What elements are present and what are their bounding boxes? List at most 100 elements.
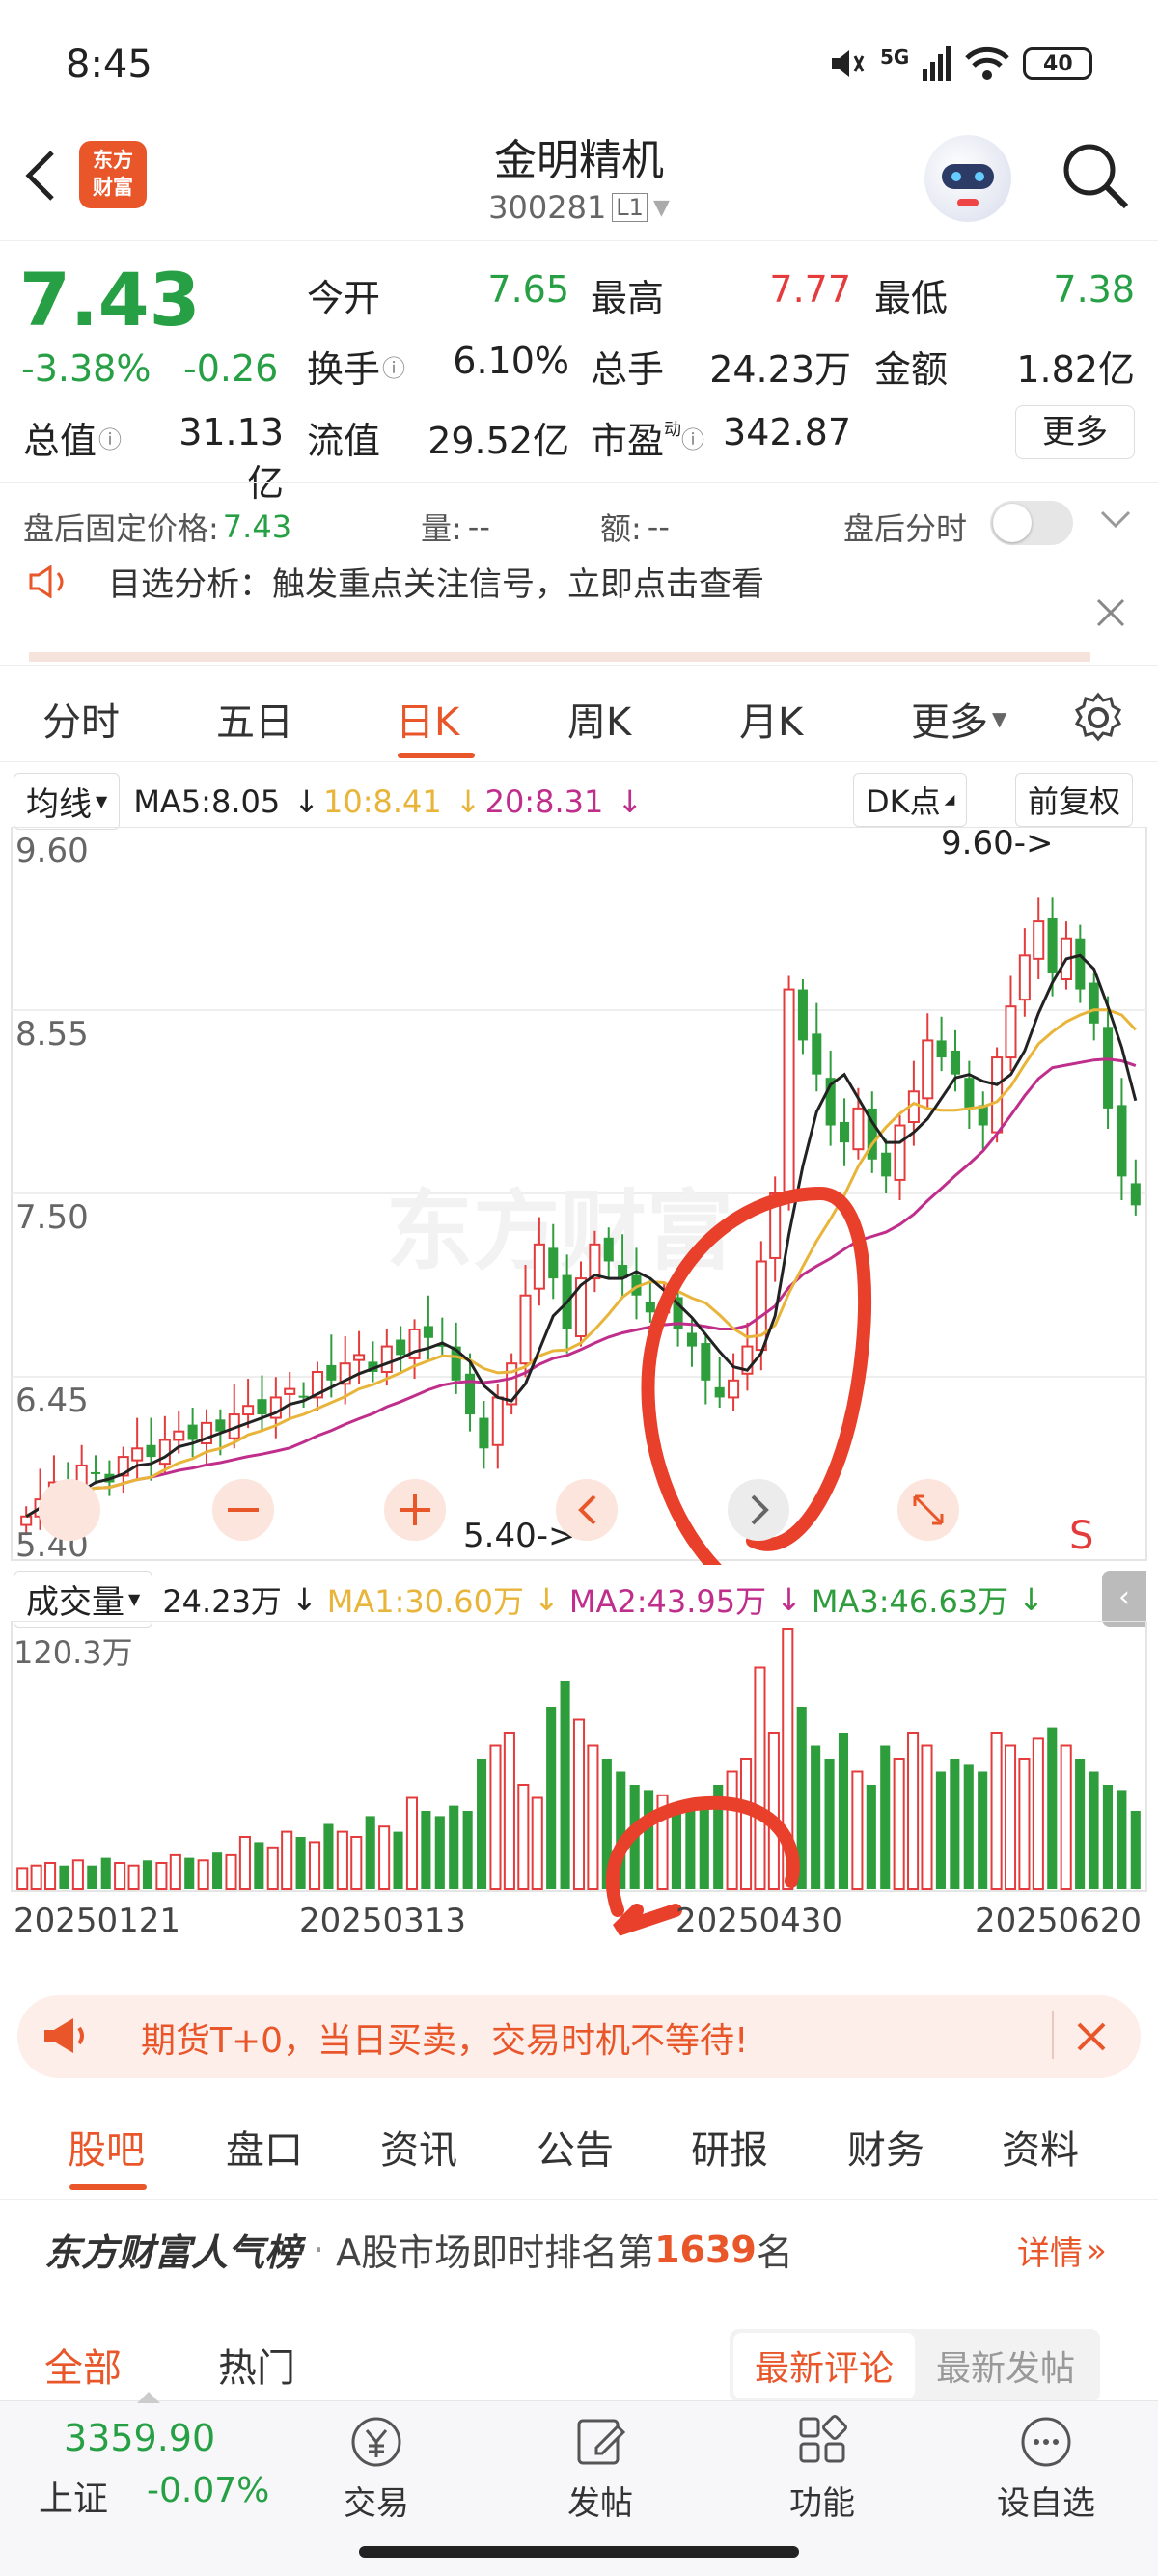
zoom-out-button[interactable] — [212, 1479, 274, 1541]
scroll-left-button[interactable] — [556, 1479, 618, 1541]
volume-bar — [767, 1732, 780, 1890]
tab-daily-k[interactable]: 日K — [396, 691, 459, 747]
stock-code-selector[interactable]: 300281 L1 ▼ — [482, 189, 676, 226]
candle-body — [812, 1033, 822, 1075]
candle-body — [922, 1039, 934, 1100]
candle-body — [1033, 920, 1045, 960]
volume-bar — [1032, 1737, 1044, 1891]
volume-bar — [921, 1744, 933, 1890]
status-time: 8:45 — [66, 42, 152, 87]
volume-bar — [907, 1732, 920, 1890]
post-label: 发帖 — [567, 2484, 633, 2523]
kline-chart-area: 均线 ▼ MA5:8.05 ↓ 10:8.41 ↓ 20:8.31 ↓ DK点 … — [0, 767, 1158, 1568]
volume-bar — [489, 1744, 502, 1890]
feed-tab-all[interactable]: 全部 — [44, 2337, 122, 2393]
ma5-down-arrow: ↓ — [293, 782, 320, 820]
volume-bar — [477, 1759, 487, 1889]
trade-button[interactable]: 交易 — [328, 2413, 425, 2524]
tab-finance[interactable]: 财务 — [847, 2119, 924, 2175]
candle-body — [589, 1243, 601, 1280]
scroll-right-button[interactable] — [728, 1479, 789, 1541]
zoom-in-button[interactable] — [384, 1479, 446, 1541]
volume-bar — [517, 1784, 530, 1890]
volume-bar — [754, 1666, 766, 1890]
close-banner-button[interactable] — [1075, 2020, 1108, 2057]
adjust-selector[interactable]: 前复权 — [1015, 773, 1134, 827]
sort-latest-post[interactable]: 最新发帖 — [915, 2333, 1096, 2398]
y-tick: 7.50 — [15, 1198, 89, 1237]
fullscreen-button[interactable] — [897, 1479, 959, 1541]
tab-more[interactable]: 更多 ▼ — [911, 691, 1006, 747]
volume-bar — [365, 1816, 375, 1889]
functions-button[interactable]: 功能 — [774, 2413, 870, 2524]
edit-icon — [577, 2419, 626, 2465]
volume-bar — [644, 1790, 654, 1889]
turnover-label: 换手 — [307, 348, 381, 391]
collapse-panel-button[interactable]: ‹ — [1102, 1571, 1146, 1627]
volume-indicator-selector[interactable]: 成交量 ▼ — [14, 1571, 153, 1628]
tab-intraday[interactable]: 分时 — [42, 691, 120, 747]
candle-body — [1089, 982, 1099, 1024]
yen-coin-icon — [351, 2417, 401, 2467]
tab-monthly-k[interactable]: 月K — [739, 691, 803, 747]
settings-button[interactable] — [1071, 691, 1125, 749]
left-control-button[interactable] — [39, 1479, 100, 1541]
tab-news[interactable]: 资讯 — [380, 2119, 457, 2175]
candle-body — [603, 1237, 614, 1262]
tab-orderbook[interactable]: 盘口 — [226, 2119, 303, 2175]
after-hours-toggle[interactable] — [990, 501, 1073, 545]
futures-banner[interactable]: 期货T+0，当日买卖，交易时机不等待! — [17, 1995, 1141, 2078]
tab-research[interactable]: 研报 — [691, 2119, 768, 2175]
bottom-toolbar: 3359.90 上证 -0.07% 交易 发帖 功能 设自选 — [0, 2392, 1158, 2576]
info-icon[interactable]: ⓘ — [681, 421, 704, 454]
volume-bar — [295, 1837, 306, 1889]
ma5-value: MA5:8.05 — [133, 782, 281, 820]
search-button[interactable] — [1057, 137, 1134, 218]
current-price: 7.43 — [19, 257, 201, 343]
volume-bar — [16, 1867, 29, 1890]
tab-profile[interactable]: 资料 — [1002, 2119, 1079, 2175]
kline-svg[interactable]: 东方财富 9.60 8.55 7.50 6.45 5.40 9.60-> 5.4… — [0, 827, 1158, 1565]
index-change: -0.07% — [147, 2471, 270, 2510]
tab-five-day[interactable]: 五日 — [216, 691, 293, 747]
notice-bar[interactable]: 目选分析：触发重点关注信号，立即点击查看 — [0, 560, 1158, 666]
tab-announcements[interactable]: 公告 — [537, 2119, 614, 2175]
rank-detail-link[interactable]: 详情 » — [1017, 2227, 1107, 2274]
dk-point-label: DK点 — [866, 783, 941, 820]
candle-body — [964, 1078, 975, 1109]
change-amount: -0.26 — [183, 347, 279, 390]
volume-bar — [851, 1770, 864, 1890]
volume-bar — [350, 1836, 363, 1890]
volume-bar — [266, 1846, 279, 1891]
tab-weekly-k[interactable]: 周K — [567, 691, 631, 747]
amount-value: 1.82亿 — [1016, 348, 1135, 391]
high-label: 最高 — [591, 277, 665, 319]
dk-point-selector[interactable]: DK点 ◢ — [853, 773, 968, 827]
after-hours-bar: 盘后固定价格: 7.43 量: -- 额: -- 盘后分时 — [0, 482, 1158, 560]
feed-tab-hot[interactable]: 热门 — [218, 2337, 295, 2393]
volume-bar — [393, 1831, 403, 1889]
ma-selector[interactable]: 均线 ▼ — [14, 773, 121, 830]
index-value[interactable]: 3359.90 — [64, 2417, 215, 2459]
candle-body — [519, 1294, 532, 1365]
popularity-rank[interactable]: 东方财富人气榜 · A股市场即时排名第 1639 名 详情 » — [0, 2209, 1158, 2287]
tab-forum[interactable]: 股吧 — [68, 2119, 145, 2175]
info-icon[interactable]: ⓘ — [382, 349, 405, 383]
robot-assistant-icon[interactable] — [924, 135, 1011, 222]
y-tick: 6.45 — [15, 1382, 89, 1420]
add-watchlist-button[interactable]: 设自选 — [988, 2413, 1104, 2524]
volume-value: 24.23万 — [709, 348, 851, 391]
date-tick: 20250430 — [676, 1902, 842, 1939]
candle-body — [1018, 954, 1031, 1001]
caret-up-icon — [135, 2390, 162, 2409]
info-icon[interactable]: ⓘ — [98, 421, 122, 454]
status-bar: 8:45 5G 40 — [0, 0, 1158, 135]
candle-body — [701, 1343, 711, 1381]
chevron-down-icon[interactable] — [1098, 499, 1133, 541]
sort-latest-comment[interactable]: 最新评论 — [733, 2333, 916, 2398]
close-icon[interactable] — [1094, 596, 1127, 633]
rank-separator: · — [313, 2228, 325, 2271]
vol-ma2-arrow: ↓ — [776, 1580, 802, 1618]
post-button[interactable]: 发帖 — [552, 2413, 648, 2524]
more-button[interactable]: 更多 — [1015, 405, 1135, 459]
